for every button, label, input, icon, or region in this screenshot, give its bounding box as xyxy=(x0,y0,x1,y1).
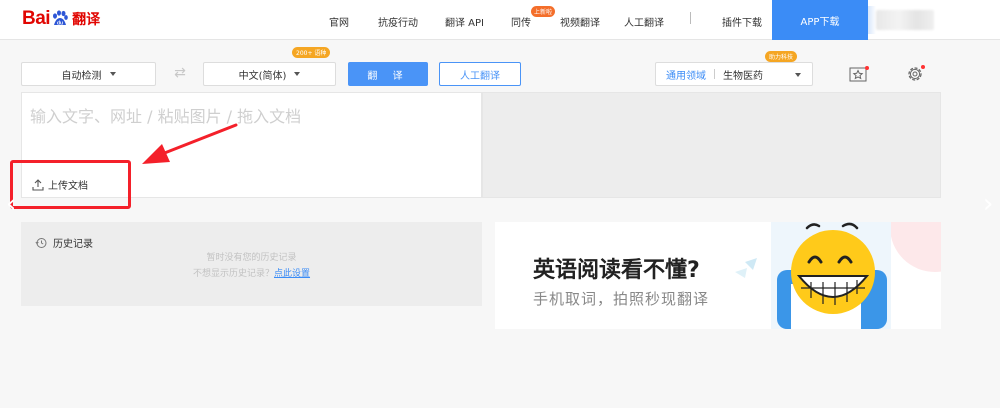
history-settings-link[interactable]: 点此设置 xyxy=(274,269,310,279)
new-badge: 上新啦 xyxy=(531,6,556,17)
nav-video-translate[interactable]: 视频翻译 xyxy=(560,14,600,29)
logo-text: Bai xyxy=(22,8,51,29)
history-hint: 不想显示历史记录？点此设置 xyxy=(21,266,482,279)
domain-select[interactable]: 通用领域 生物医药 xyxy=(655,62,813,86)
target-language-value: 中文(简体) xyxy=(238,70,287,82)
chevron-down-icon xyxy=(294,72,301,76)
domain-help-badge: 助力科技 xyxy=(765,51,798,62)
languages-count-badge: 200+ 语种 xyxy=(292,47,331,58)
annotation-arrow xyxy=(142,123,238,164)
nav-divider xyxy=(690,12,691,24)
translation-output-area xyxy=(482,92,941,198)
promo-headline: 英语阅读看不懂? xyxy=(533,258,700,283)
user-avatar-blurred[interactable] xyxy=(876,10,934,30)
nav-simultaneous[interactable]: 同传 xyxy=(511,14,531,29)
notification-dot xyxy=(865,66,869,70)
promo-banner[interactable]: 英语阅读看不懂? 手机取词，拍照秒现翻译 xyxy=(495,222,941,329)
history-empty-message: 暂时没有您的历史记录 xyxy=(206,253,297,263)
nav-anti-epidemic[interactable]: 抗疫行动 xyxy=(378,14,418,29)
app-download-button[interactable]: APP下载 xyxy=(772,0,868,40)
history-clock-icon xyxy=(35,237,47,248)
swap-languages-icon[interactable]: ⇄ xyxy=(170,64,190,82)
chevron-down-icon xyxy=(109,72,116,76)
translate-button[interactable]: 翻 译 xyxy=(348,62,428,86)
history-title: 历史记录 xyxy=(35,235,93,250)
svg-text:du: du xyxy=(57,21,63,27)
source-language-value: 自动检测 xyxy=(61,70,102,82)
history-title-label: 历史记录 xyxy=(53,239,93,250)
nav-plugin-download[interactable]: 插件下载 xyxy=(722,14,762,29)
domain-value: 生物医药 xyxy=(723,70,763,82)
source-language-select[interactable]: 自动检测 xyxy=(21,62,156,86)
nav-translate-api[interactable]: 翻译 API xyxy=(445,14,484,29)
notification-dot xyxy=(921,65,925,69)
favorites-star-icon[interactable] xyxy=(849,64,869,84)
chevron-down-icon xyxy=(795,73,801,77)
promo-subline: 手机取词，拍照秒现翻译 xyxy=(533,290,710,308)
nav-official-site[interactable]: 官网 xyxy=(329,14,349,29)
carousel-right-arrow[interactable]: › xyxy=(983,190,997,218)
domain-label: 通用领域 xyxy=(666,70,706,82)
history-panel: 历史记录 暂时没有您的历史记录 不想显示历史记录？点此设置 xyxy=(21,222,482,306)
nav-human-translate[interactable]: 人工翻译 xyxy=(624,14,664,29)
carousel-left-arrow[interactable]: ‹ xyxy=(6,190,20,218)
domain-divider xyxy=(714,69,715,79)
user-area-edge xyxy=(868,6,876,34)
baidu-paw-icon: du xyxy=(51,10,69,28)
human-translate-button[interactable]: 人工翻译 xyxy=(439,62,521,86)
top-header: Bai du 翻译 官网 抗疫行动 翻译 API 同传 上新啦 视频翻译 人工翻… xyxy=(0,0,1000,40)
baidu-fanyi-logo[interactable]: Bai du 翻译 xyxy=(22,6,100,32)
target-language-select[interactable]: 中文(简体) xyxy=(203,62,336,86)
settings-gear-icon[interactable] xyxy=(905,64,925,84)
history-hint-text: 不想显示历史记录？ xyxy=(192,269,274,279)
logo-suffix: 翻译 xyxy=(72,12,101,28)
annotation-highlight-box xyxy=(10,160,131,209)
